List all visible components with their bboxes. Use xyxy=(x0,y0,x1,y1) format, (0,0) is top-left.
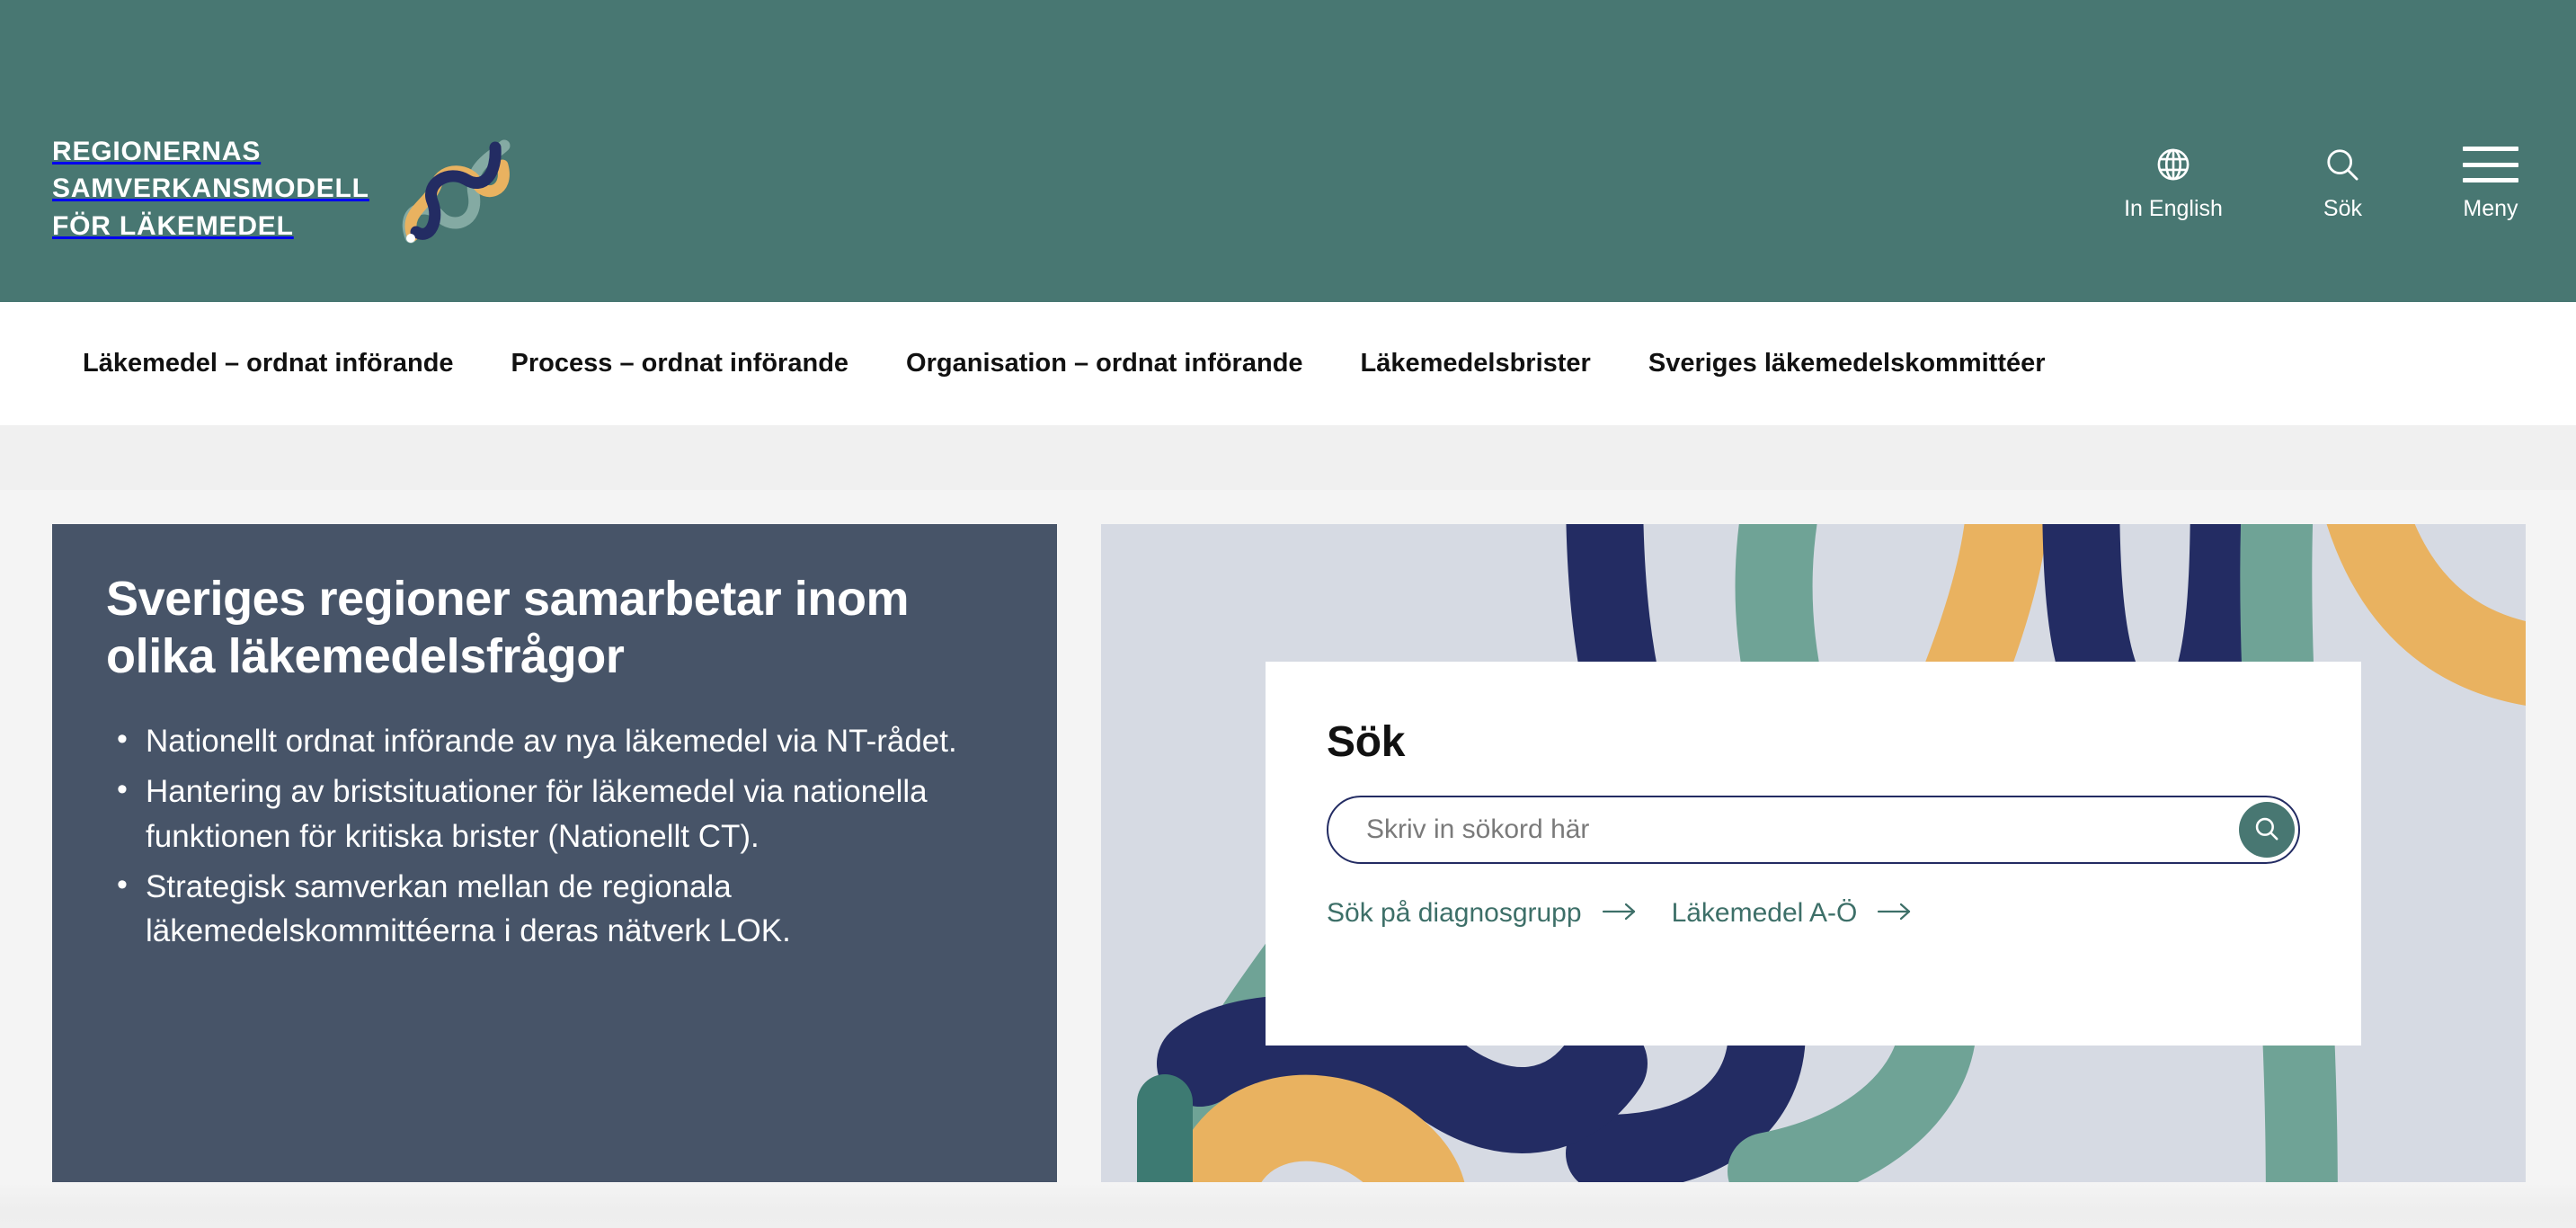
site-logo[interactable]: REGIONERNAS SAMVERKANSMODELL FÖR LÄKEMED… xyxy=(52,133,528,263)
link-sok-pa-diagnosgrupp[interactable]: Sök på diagnosgrupp xyxy=(1327,898,1638,929)
link-lakemedel-a-o[interactable]: Läkemedel A-Ö xyxy=(1672,898,1914,929)
nav-divider xyxy=(0,425,2576,490)
intro-bullet-list: Nationellt ordnat införande av nya läkem… xyxy=(106,717,1001,954)
link-label: Läkemedel A-Ö xyxy=(1671,898,1858,928)
list-item: Strategisk samverkan mellan de regionala… xyxy=(106,862,1001,954)
page-body: Sveriges regioner samarbetar inom olika … xyxy=(0,490,2576,1228)
search-panel: Sök Sök på diagnosgrupp xyxy=(1266,662,2361,1046)
nav-item-lakemedel-ordnat-inforande[interactable]: Läkemedel – ordnat införande xyxy=(83,349,454,378)
intro-card: Sveriges regioner samarbetar inom olika … xyxy=(52,524,1057,1223)
search-panel-heading: Sök xyxy=(1327,718,1406,766)
language-switch-button[interactable]: In English xyxy=(2124,144,2223,222)
search-field-wrapper xyxy=(1327,796,2300,864)
header-menu-button[interactable]: Meny xyxy=(2463,144,2518,222)
page-bottom-area xyxy=(0,1182,2576,1228)
quick-links: Sök på diagnosgrupp Läkemedel A-Ö xyxy=(1327,898,2300,929)
search-icon xyxy=(2323,144,2361,185)
hamburger-icon xyxy=(2463,144,2518,185)
list-item: Hantering av bristsituationer för läkeme… xyxy=(106,768,1001,859)
header-search-label: Sök xyxy=(2323,196,2362,221)
language-switch-label: In English xyxy=(2124,196,2223,221)
main-navigation: Läkemedel – ordnat införande Process – o… xyxy=(0,302,2576,425)
nav-item-lakemedelsbrister[interactable]: Läkemedelsbrister xyxy=(1361,349,1591,378)
list-item: Nationellt ordnat införande av nya läkem… xyxy=(106,717,1001,764)
site-header: REGIONERNAS SAMVERKANSMODELL FÖR LÄKEMED… xyxy=(0,0,2576,302)
header-menu-label: Meny xyxy=(2463,196,2518,221)
search-submit-button[interactable] xyxy=(2239,802,2295,858)
nav-item-sveriges-lakemedelskommitteer[interactable]: Sveriges läkemedelskommittéer xyxy=(1648,349,2046,378)
dna-helix-icon xyxy=(384,119,528,263)
arrow-right-icon xyxy=(1602,898,1638,929)
nav-item-organisation-ordnat-inforande[interactable]: Organisation – ordnat införande xyxy=(906,349,1303,378)
search-icon xyxy=(2252,814,2281,846)
arrow-right-icon xyxy=(1877,898,1913,929)
search-input[interactable] xyxy=(1327,796,2300,864)
header-actions: In English Sök Meny xyxy=(2124,144,2518,222)
header-search-button[interactable]: Sök xyxy=(2323,144,2362,222)
nav-item-process-ordnat-inforande[interactable]: Process – ordnat införande xyxy=(511,349,849,378)
link-label: Sök på diagnosgrupp xyxy=(1327,898,1582,928)
brand-wordmark: REGIONERNAS SAMVERKANSMODELL FÖR LÄKEMED… xyxy=(52,137,369,241)
page-title: Sveriges regioner samarbetar inom olika … xyxy=(106,572,910,683)
hero-banner: Sök Sök på diagnosgrupp xyxy=(1101,524,2526,1223)
globe-icon xyxy=(2154,144,2192,185)
